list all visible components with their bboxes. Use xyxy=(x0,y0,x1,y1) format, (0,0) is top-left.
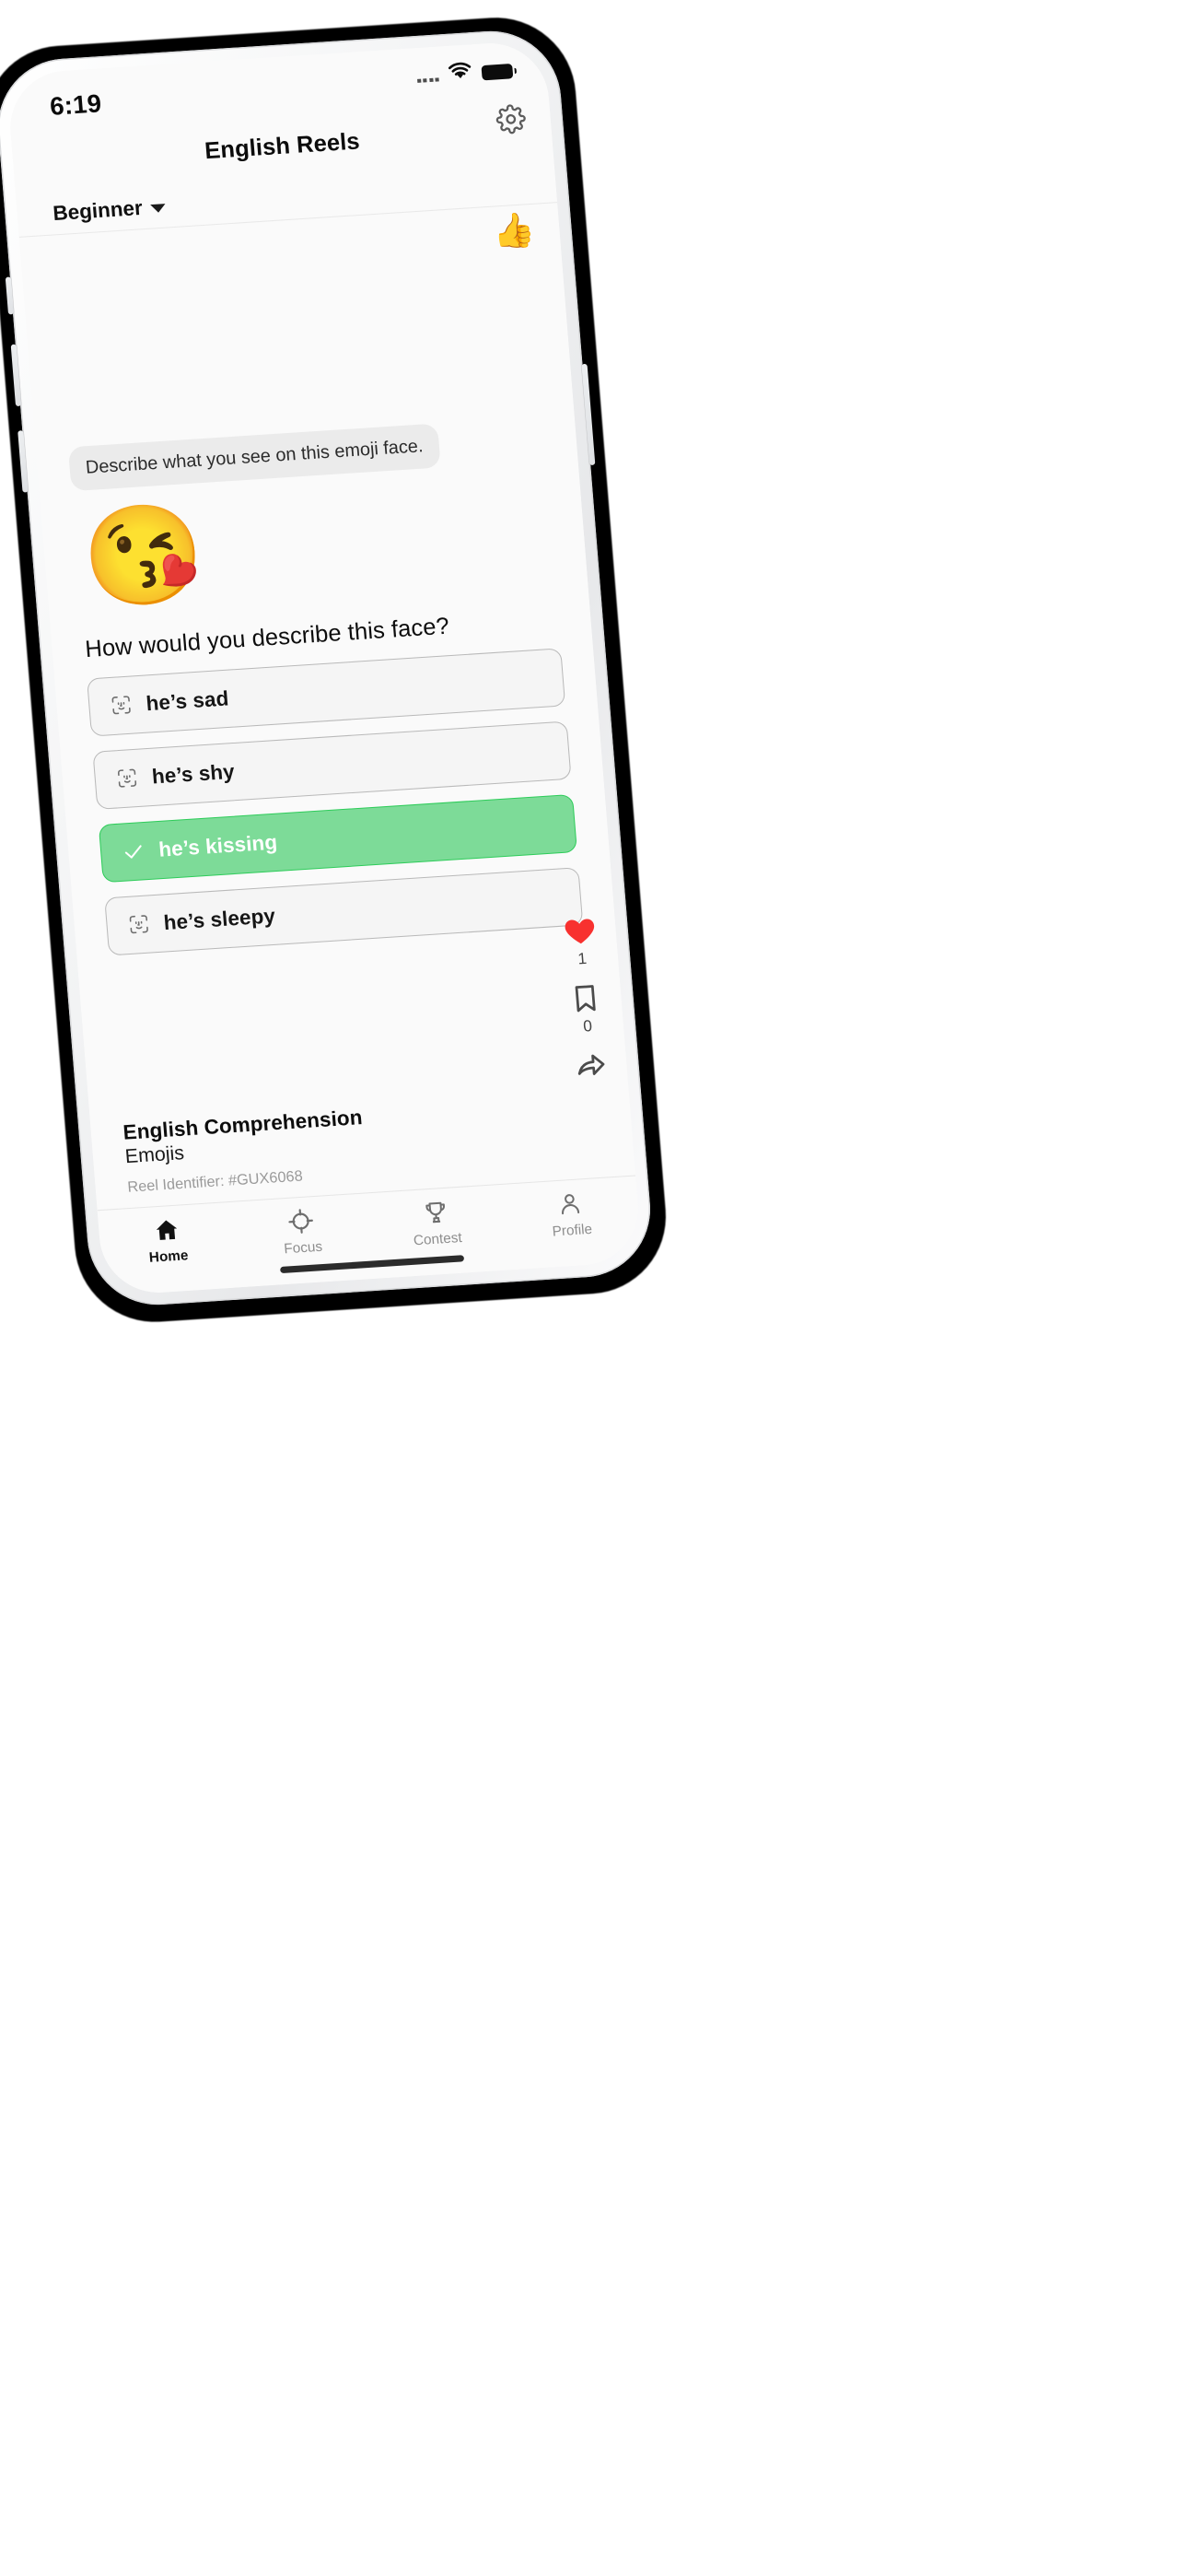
heart-icon xyxy=(560,912,600,949)
chevron-down-icon xyxy=(150,203,167,213)
person-icon xyxy=(556,1188,585,1218)
tab-contest[interactable]: Contest xyxy=(367,1194,506,1251)
share-arrow-icon xyxy=(572,1048,610,1082)
bookmark-action[interactable]: 0 xyxy=(568,980,604,1036)
bookmark-icon xyxy=(568,980,603,1016)
face-id-icon xyxy=(127,913,150,936)
signal-dots-icon xyxy=(416,70,439,83)
screenshot-canvas: 6:19 English Reels Beginner 👍 Describe w… xyxy=(0,0,1188,2576)
tab-home[interactable]: Home xyxy=(99,1212,237,1269)
like-action[interactable]: 1 xyxy=(560,912,602,970)
level-selector[interactable]: Beginner xyxy=(52,193,167,225)
tab-focus[interactable]: Focus xyxy=(233,1203,371,1260)
gear-icon xyxy=(495,103,528,140)
check-icon xyxy=(122,839,146,863)
battery-icon xyxy=(481,63,514,80)
phone-screen: 6:19 English Reels Beginner 👍 Describe w… xyxy=(6,40,643,1296)
answer-option-2[interactable]: he’s kissing xyxy=(98,793,577,883)
target-icon xyxy=(285,1206,316,1235)
action-rail: 1 0 xyxy=(560,912,611,1083)
phone-mockup: 6:19 English Reels Beginner 👍 Describe w… xyxy=(0,12,672,1328)
tab-profile[interactable]: Profile xyxy=(502,1186,640,1243)
reel-content: Describe what you see on this emoji face… xyxy=(23,253,628,1123)
page-title: English Reels xyxy=(204,127,361,164)
answer-option-label: he’s sad xyxy=(145,685,230,715)
tab-label: Profile xyxy=(552,1221,593,1240)
status-bar-icons xyxy=(415,59,514,88)
bookmark-count: 0 xyxy=(582,1016,593,1036)
wifi-icon xyxy=(446,62,474,87)
tab-label: Focus xyxy=(283,1238,323,1258)
like-count: 1 xyxy=(577,949,588,968)
settings-button[interactable] xyxy=(491,101,531,141)
answer-option-3[interactable]: he’s sleepy xyxy=(104,866,584,956)
tab-label: Home xyxy=(148,1247,190,1266)
share-action[interactable] xyxy=(572,1048,610,1082)
answer-option-1[interactable]: he’s shy xyxy=(92,720,572,810)
answer-option-0[interactable]: he’s sad xyxy=(87,647,566,737)
answer-options: he’s sad he’s shy he’s kissing he’s slee… xyxy=(87,647,584,956)
answer-option-label: he’s shy xyxy=(150,759,236,789)
face-id-icon xyxy=(115,767,138,790)
status-bar-time: 6:19 xyxy=(49,88,103,121)
face-id-icon xyxy=(110,694,133,717)
thumbs-up-icon[interactable]: 👍 xyxy=(491,210,536,252)
answer-option-label: he’s sleepy xyxy=(162,903,276,934)
app-screen: 6:19 English Reels Beginner 👍 Describe w… xyxy=(6,40,643,1296)
home-icon xyxy=(151,1215,181,1245)
trophy-icon xyxy=(421,1198,449,1227)
reel-emoji: 😘 xyxy=(78,498,209,615)
answer-option-label: he’s kissing xyxy=(157,829,279,861)
tab-label: Contest xyxy=(413,1229,463,1249)
level-label: Beginner xyxy=(52,195,144,225)
